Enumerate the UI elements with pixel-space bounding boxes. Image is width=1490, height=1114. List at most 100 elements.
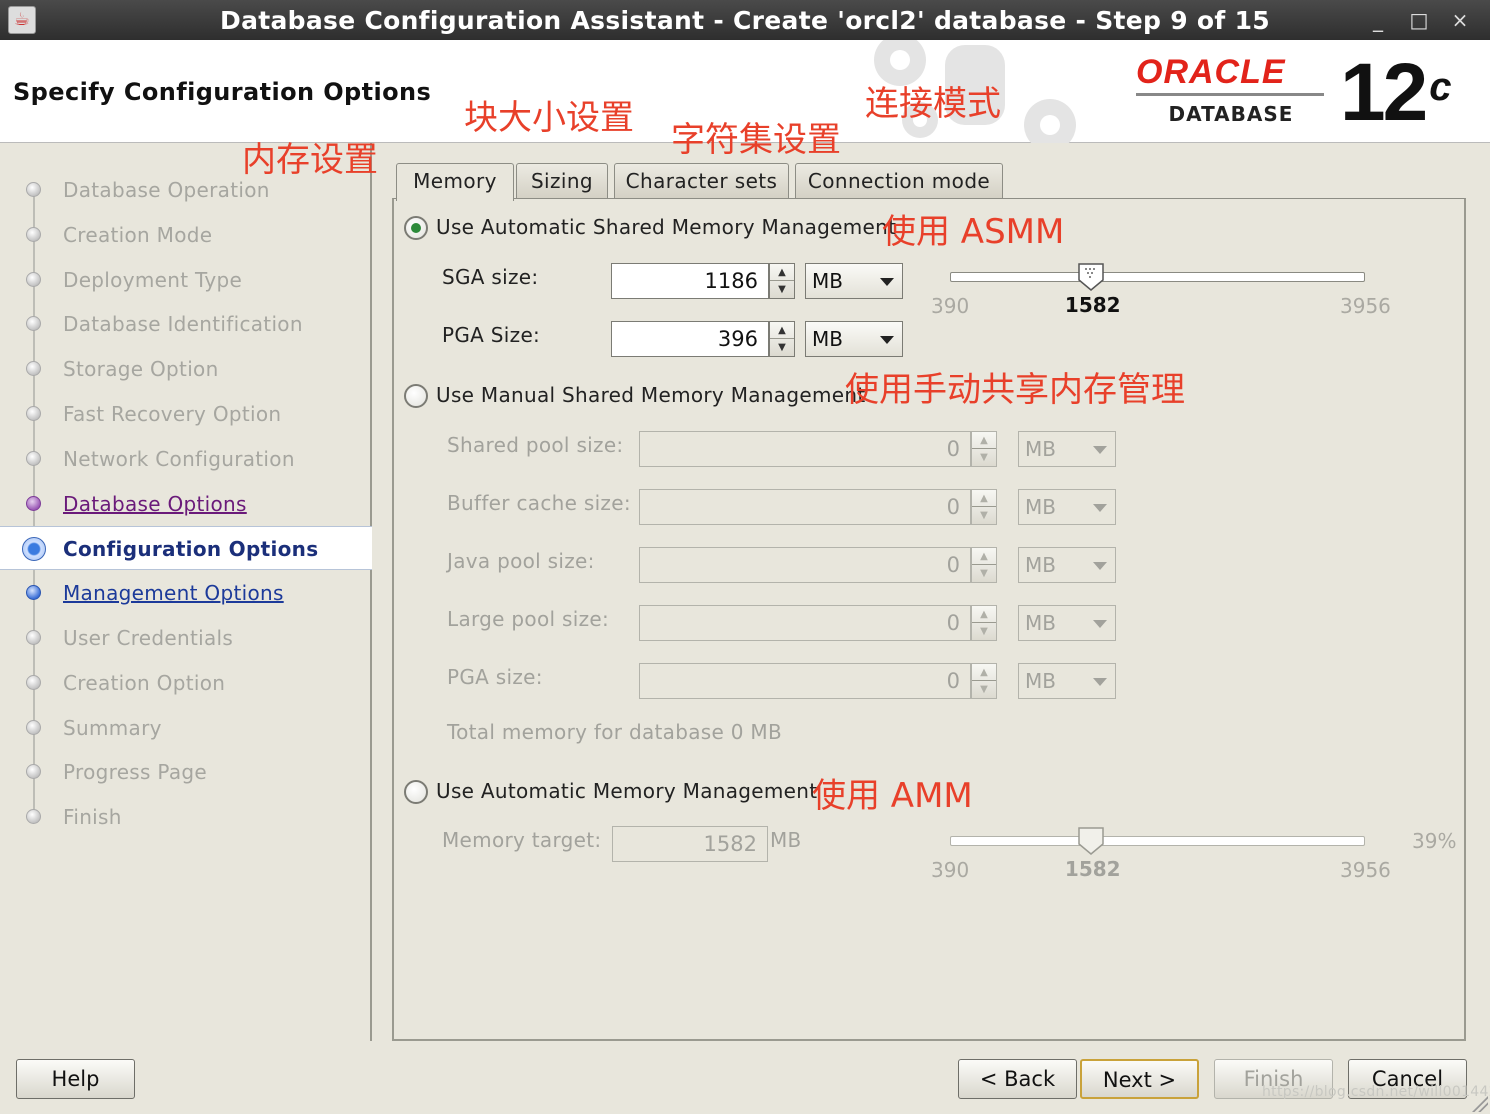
minimize-button[interactable]: _	[1364, 6, 1392, 34]
step-item[interactable]: Management Options	[0, 571, 372, 615]
manual-field-input[interactable]: 0	[639, 431, 971, 467]
sga-size-spinner[interactable]: ▲ ▼	[769, 263, 795, 299]
spinner-down-icon[interactable]: ▼	[972, 507, 996, 524]
step-status-icon	[26, 764, 41, 780]
annotation-amm: 使用 AMM	[812, 776, 973, 816]
manual-field-unit-value: MB	[1025, 553, 1056, 577]
manual-field-spinner[interactable]: ▲ ▼	[971, 489, 997, 525]
step-label: Creation Option	[63, 670, 226, 695]
maximize-button[interactable]: □	[1405, 6, 1433, 34]
manual-field-spinner[interactable]: ▲ ▼	[971, 431, 997, 467]
manual-smm-radio[interactable]	[404, 384, 428, 408]
spinner-up-icon[interactable]: ▲	[972, 664, 996, 681]
amm-radio[interactable]	[404, 780, 428, 804]
window-title: Database Configuration Assistant - Creat…	[220, 6, 1270, 35]
step-status-icon	[26, 182, 41, 197]
manual-field-unit-select[interactable]: MB	[1018, 663, 1116, 699]
step-item: Deployment Type	[0, 258, 372, 302]
pga-unit-select[interactable]: MB	[805, 321, 903, 357]
chevron-down-icon	[1093, 678, 1107, 686]
manual-field-input[interactable]: 0	[639, 547, 971, 583]
amm-label: Use Automatic Memory Management	[436, 779, 818, 803]
asmm-radio[interactable]	[404, 216, 428, 240]
manual-field-spinner[interactable]: ▲ ▼	[971, 663, 997, 699]
step-label: User Credentials	[63, 626, 234, 650]
step-status-icon	[26, 719, 41, 735]
amm-slider-track[interactable]	[950, 836, 1365, 846]
spinner-up-icon[interactable]: ▲	[972, 490, 996, 507]
manual-field-unit-select[interactable]: MB	[1018, 431, 1116, 467]
pga-size-input[interactable]: 396	[611, 321, 769, 357]
spinner-up-icon[interactable]: ▲	[972, 548, 996, 565]
tab-character-sets[interactable]: Character sets	[614, 163, 789, 199]
spinner-down-icon[interactable]: ▼	[770, 339, 794, 356]
tab-connection-mode[interactable]: Connection mode	[795, 163, 1003, 199]
tab-sizing[interactable]: Sizing	[516, 163, 608, 199]
asmm-slider-track[interactable]	[950, 272, 1365, 282]
step-label: Finish	[63, 805, 122, 830]
step-status-icon	[26, 630, 41, 645]
step-status-icon	[26, 316, 41, 332]
annotation-connection-mode: 连接模式	[865, 84, 1001, 124]
help-button[interactable]: Help	[16, 1059, 135, 1099]
spinner-down-icon[interactable]: ▼	[770, 281, 794, 298]
pga-size-spinner[interactable]: ▲ ▼	[769, 321, 795, 357]
annotation-manual: 使用手动共享内存管理	[845, 370, 1185, 410]
manual-field-input[interactable]: 0	[639, 605, 971, 641]
step-status-icon	[26, 585, 41, 601]
chevron-down-icon	[880, 336, 894, 344]
manual-field-unit-select[interactable]: MB	[1018, 547, 1116, 583]
asmm-slider-thumb[interactable]	[1077, 262, 1105, 292]
memory-target-unit: MB	[770, 828, 802, 852]
sga-size-input[interactable]: 1186	[611, 263, 769, 299]
close-button[interactable]: ×	[1446, 6, 1474, 34]
step-item[interactable]: Database Options	[0, 482, 372, 526]
step-label: Storage Option	[63, 357, 219, 382]
spinner-down-icon[interactable]: ▼	[972, 681, 996, 698]
spinner-up-icon[interactable]: ▲	[972, 606, 996, 623]
step-status-icon	[26, 495, 41, 511]
asmm-slider-max: 3956	[1340, 294, 1391, 318]
pga-size-label: PGA Size:	[442, 323, 541, 347]
memory-target-input[interactable]: 1582	[612, 826, 768, 862]
sga-unit-select[interactable]: MB	[805, 263, 903, 299]
resize-grip-icon[interactable]	[1470, 1094, 1488, 1112]
spinner-down-icon[interactable]: ▼	[972, 623, 996, 640]
spinner-up-icon[interactable]: ▲	[770, 322, 794, 339]
next-button[interactable]: Next >	[1080, 1059, 1199, 1099]
manual-field-input[interactable]: 0	[639, 489, 971, 525]
manual-field-input[interactable]: 0	[639, 663, 971, 699]
tab-memory[interactable]: Memory	[396, 163, 514, 201]
annotation-asmm: 使用 ASMM	[882, 212, 1065, 252]
step-item: Creation Mode	[0, 213, 372, 257]
spinner-down-icon[interactable]: ▼	[972, 565, 996, 582]
back-button[interactable]: < Back	[958, 1059, 1077, 1099]
watermark: https://blog.csdn.net/will001442	[1262, 1084, 1490, 1100]
manual-field-spinner[interactable]: ▲ ▼	[971, 547, 997, 583]
sga-size-label: SGA size:	[442, 265, 539, 289]
step-status-icon	[26, 271, 41, 287]
step-item: Fast Recovery Option	[0, 392, 372, 436]
step-item[interactable]: Configuration Options	[0, 526, 372, 571]
manual-field-label: Java pool size:	[447, 549, 595, 573]
manual-field-label: Buffer cache size:	[447, 491, 631, 515]
amm-slider-thumb[interactable]	[1077, 826, 1105, 856]
oracle-brand: ORACLE	[1136, 53, 1286, 91]
annotation-memory-settings: 内存设置	[242, 140, 378, 180]
spinner-up-icon[interactable]: ▲	[972, 432, 996, 449]
chevron-down-icon	[1093, 446, 1107, 454]
chevron-down-icon	[1093, 504, 1107, 512]
step-label: Database Identification	[63, 312, 303, 337]
version-logo: 12 c	[1340, 52, 1452, 134]
step-status-icon	[26, 674, 41, 690]
memory-target-label: Memory target:	[442, 828, 602, 852]
manual-field-unit-select[interactable]: MB	[1018, 489, 1116, 525]
step-label: Management Options	[63, 581, 284, 606]
spinner-up-icon[interactable]: ▲	[770, 264, 794, 281]
spinner-down-icon[interactable]: ▼	[972, 449, 996, 466]
manual-field-spinner[interactable]: ▲ ▼	[971, 605, 997, 641]
total-memory-text: Total memory for database 0 MB	[447, 720, 782, 744]
page-title: Specify Configuration Options	[13, 78, 432, 106]
manual-field-unit-select[interactable]: MB	[1018, 605, 1116, 641]
step-item: Finish	[0, 795, 372, 839]
